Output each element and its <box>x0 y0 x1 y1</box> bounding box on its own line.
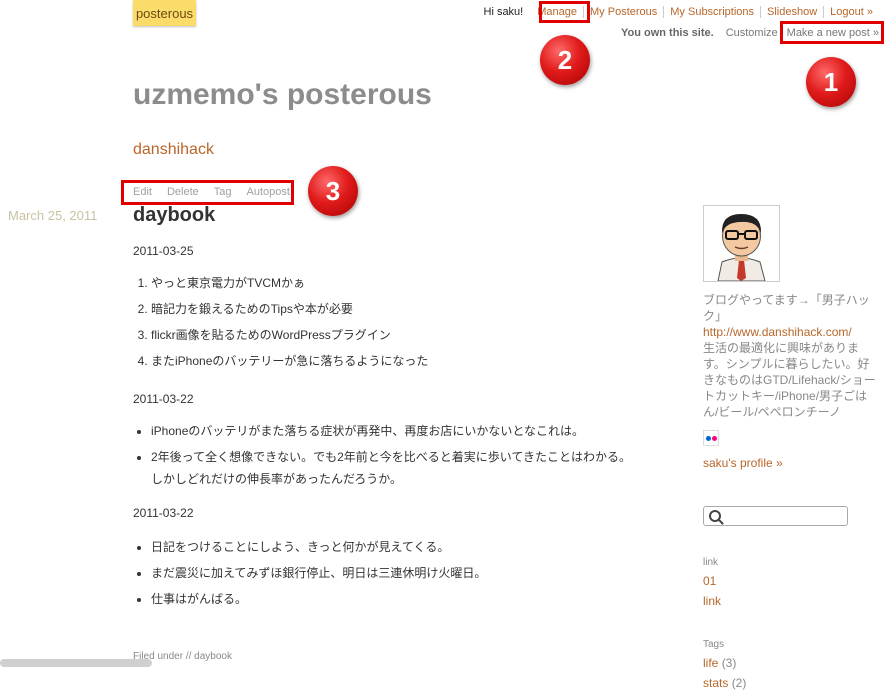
flickr-icon[interactable] <box>703 430 719 446</box>
list-item: まだ震災に加えてみずほ銀行停止、明日は三連休明け火曜日。 <box>151 562 643 584</box>
horizontal-scrollbar[interactable] <box>0 659 152 667</box>
annotation-badge-3: 3 <box>308 166 358 216</box>
avatar-illustration <box>704 206 779 282</box>
tag-count: (2) <box>731 676 747 690</box>
list-item: またiPhoneのバッテリーが急に落ちるようになった <box>151 348 643 374</box>
list-item: 仕事はがんばる。 <box>151 588 643 610</box>
list-item: 2年後って全く想像できない。でも2年前と今を比べると着実に歩いてきたことはわかる… <box>151 446 643 490</box>
bio-text: ブログやってます→「男子ハック」 <box>703 293 870 323</box>
sidebar: ブログやってます→「男子ハック」 http://www.danshihack.c… <box>703 205 883 690</box>
sidebar-link-01[interactable]: 01 <box>703 574 883 588</box>
customize-link[interactable]: Customize <box>726 27 778 39</box>
section-date: 2011-03-22 <box>133 506 194 520</box>
bio-rest: 生活の最適化に興味があります。シンプルに暮らしたい。好きなものはGTD/Life… <box>703 341 876 419</box>
site-title[interactable]: uzmemo's posterous <box>133 78 432 112</box>
list-item: iPhoneのバッテリがまた落ちる症状が再発中、再度お店にいかないとなこれは。 <box>151 420 643 442</box>
logout-link[interactable]: Logout » <box>823 6 879 18</box>
tags-heading: Tags <box>703 639 725 650</box>
ordered-list: やっと東京電力がTVCMかぁ 暗記力を鍛えるためのTipsや本が必要 flick… <box>133 270 643 374</box>
highlight-manage <box>539 1 590 23</box>
highlight-new-post <box>780 21 884 44</box>
delete-post-link[interactable]: Delete <box>167 186 199 198</box>
my-posterous-link[interactable]: My Posterous <box>583 6 663 18</box>
post-title[interactable]: daybook <box>133 204 215 227</box>
search-icon <box>709 510 721 522</box>
post-body: 2011-03-25 やっと東京電力がTVCMかぁ 暗記力を鍛えるためのTips… <box>133 238 643 614</box>
ownership-text: You own this site. <box>620 27 714 39</box>
tag-post-link[interactable]: Tag <box>214 186 232 198</box>
autopost-link[interactable]: Autopost <box>247 186 290 198</box>
tag-stats[interactable]: stats (2) <box>703 676 883 690</box>
flickr-blue-dot <box>705 435 711 441</box>
tag-name[interactable]: life <box>703 656 718 670</box>
bio-link[interactable]: http://www.danshihack.com/ <box>703 325 852 339</box>
slideshow-link[interactable]: Slideshow <box>760 6 823 18</box>
link-heading: link <box>703 557 719 568</box>
list-item: やっと東京電力がTVCMかぁ <box>151 270 643 296</box>
flickr-pink-dot <box>711 435 717 441</box>
annotation-badge-2: 2 <box>540 35 590 85</box>
posterous-logo[interactable]: posterous <box>133 0 196 26</box>
bullet-list: 日記をつけることにしよう、きっと何かが見えてくる。 まだ震災に加えてみずほ銀行停… <box>133 536 643 610</box>
post-tools: Edit Delete Tag Autopost <box>133 186 305 198</box>
list-item: 暗記力を鍛えるためのTipsや本が必要 <box>151 296 643 322</box>
bio: ブログやってます→「男子ハック」 http://www.danshihack.c… <box>703 292 877 420</box>
avatar[interactable] <box>703 205 780 282</box>
tag-count: (3) <box>721 656 737 670</box>
list-item: 日記をつけることにしよう、きっと何かが見えてくる。 <box>151 536 643 558</box>
section-date: 2011-03-22 <box>133 392 194 406</box>
section-date: 2011-03-25 <box>133 244 194 258</box>
greeting: Hi saku! <box>483 6 524 18</box>
search-input[interactable] <box>703 506 848 526</box>
my-subscriptions-link[interactable]: My Subscriptions <box>663 6 760 18</box>
sidebar-link-link[interactable]: link <box>703 594 883 608</box>
list-item: flickr画像を貼るためのWordPressプラグイン <box>151 322 643 348</box>
profile-link[interactable]: saku's profile » <box>703 456 883 470</box>
tag-life[interactable]: life (3) <box>703 656 883 670</box>
tag-name[interactable]: stats <box>703 676 728 690</box>
bullet-list: iPhoneのバッテリがまた落ちる症状が再発中、再度お店にいかないとなこれは。 … <box>133 420 643 490</box>
edit-post-link[interactable]: Edit <box>133 186 152 198</box>
annotation-badge-1: 1 <box>806 57 856 107</box>
post-date: March 25, 2011 <box>8 208 98 223</box>
category-link[interactable]: danshihack <box>133 141 214 159</box>
